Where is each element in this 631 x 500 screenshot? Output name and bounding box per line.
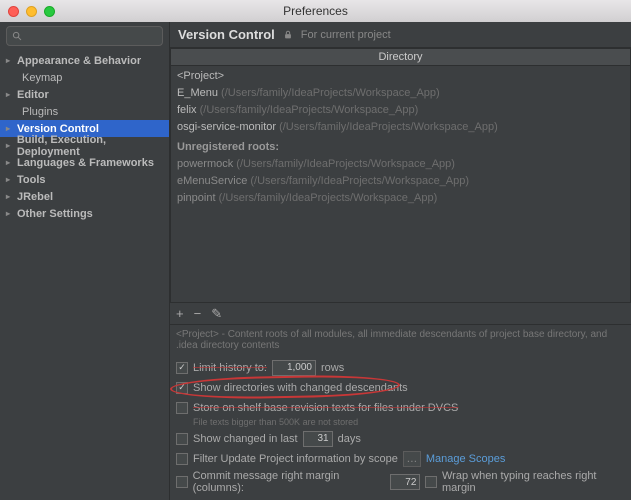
directory-path: (/Users/family/IdeaProjects/Workspace_Ap… [233, 158, 455, 170]
directory-name: eMenuService [177, 175, 247, 187]
directory-row[interactable]: eMenuService (/Users/family/IdeaProjects… [171, 173, 630, 190]
show-directories-option: Show directories with changed descendant… [176, 379, 625, 396]
limit-history-label-a: Limit history to: [193, 362, 267, 374]
sidebar-item-label: Editor [17, 89, 49, 101]
show-changed-option: Show changed in last days [176, 430, 625, 447]
sidebar-item-keymap[interactable]: Keymap [0, 69, 169, 86]
settings-main-panel: Version Control For current project Dire… [170, 22, 631, 500]
sidebar-item-label: Tools [17, 174, 46, 186]
directory-row[interactable]: E_Menu (/Users/family/IdeaProjects/Works… [171, 85, 630, 102]
chevron-right-icon: ▸ [6, 141, 15, 150]
chevron-right-icon: ▸ [6, 56, 15, 65]
edit-button[interactable]: ✎ [211, 306, 222, 322]
filter-scope-option: Filter Update Project information by sco… [176, 450, 625, 467]
search-input[interactable] [6, 26, 163, 46]
directory-name: osgi-service-monitor [177, 121, 276, 133]
directory-name: pinpoint [177, 192, 216, 204]
limit-history-checkbox[interactable] [176, 362, 188, 374]
directory-path: (/Users/family/IdeaProjects/Workspace_Ap… [247, 175, 469, 187]
chevron-right-icon: ▸ [6, 90, 15, 99]
sidebar-item-label: Appearance & Behavior [17, 55, 141, 67]
show-directories-label: Show directories with changed descendant… [193, 382, 408, 394]
search-icon [12, 31, 23, 42]
filter-scope-label: Filter Update Project information by sco… [193, 453, 398, 465]
vcs-directory-list[interactable]: <Project> E_Menu (/Users/family/IdeaProj… [170, 66, 631, 303]
show-changed-label-b: days [338, 433, 361, 445]
directory-name: <Project> [177, 70, 224, 82]
panel-title: Version Control [178, 27, 275, 42]
directory-path: (/Users/family/IdeaProjects/Workspace_Ap… [218, 87, 440, 99]
sidebar-item-label: Build, Execution, Deployment [17, 134, 169, 158]
commit-margin-field[interactable] [390, 474, 420, 490]
show-changed-checkbox[interactable] [176, 433, 188, 445]
directory-row[interactable]: felix (/Users/family/IdeaProjects/Worksp… [171, 102, 630, 119]
window-title: Preferences [0, 4, 631, 18]
panel-header: Version Control For current project [170, 22, 631, 48]
directory-name: E_Menu [177, 87, 218, 99]
directory-name: felix [177, 104, 197, 116]
lock-icon [283, 30, 293, 40]
directory-row[interactable]: pinpoint (/Users/family/IdeaProjects/Wor… [171, 190, 630, 207]
close-window-button[interactable] [8, 6, 19, 17]
panel-subtitle: For current project [301, 29, 391, 41]
show-changed-label-a: Show changed in last [193, 433, 298, 445]
show-directories-checkbox[interactable] [176, 382, 188, 394]
directory-column-header: Directory [170, 48, 631, 66]
project-hint: <Project> - Content roots of all modules… [170, 325, 631, 357]
directory-path: (/Users/family/IdeaProjects/Workspace_Ap… [197, 104, 419, 116]
limit-history-label-b: rows [321, 362, 344, 374]
directory-row[interactable]: osgi-service-monitor (/Users/family/Idea… [171, 119, 630, 136]
chevron-right-icon: ▸ [6, 175, 15, 184]
commit-margin-label: Commit message right margin (columns): [193, 470, 386, 494]
settings-tree: ▸Appearance & BehaviorKeymap▸EditorPlugi… [0, 50, 169, 500]
sidebar-item-languages-frameworks[interactable]: ▸Languages & Frameworks [0, 154, 169, 171]
sidebar-item-tools[interactable]: ▸Tools [0, 171, 169, 188]
unregistered-heading: Unregistered roots: [171, 136, 630, 156]
directory-row[interactable]: powermock (/Users/family/IdeaProjects/Wo… [171, 156, 630, 173]
sidebar-item-label: Keymap [22, 72, 62, 84]
preferences-sidebar: ▸Appearance & BehaviorKeymap▸EditorPlugi… [0, 22, 170, 500]
sidebar-item-label: Plugins [22, 106, 58, 118]
show-changed-field[interactable] [303, 431, 333, 447]
scope-picker-button[interactable]: … [403, 451, 421, 467]
remove-button[interactable]: − [194, 306, 202, 321]
store-shelf-note: File texts bigger than 500K are not stor… [193, 417, 625, 427]
sidebar-item-label: Other Settings [17, 208, 93, 220]
commit-margin-option: Commit message right margin (columns): W… [176, 470, 625, 494]
directory-path: (/Users/family/IdeaProjects/Workspace_Ap… [216, 192, 438, 204]
sidebar-item-appearance-behavior[interactable]: ▸Appearance & Behavior [0, 52, 169, 69]
list-toolbar: + − ✎ [170, 303, 631, 325]
minimize-window-button[interactable] [26, 6, 37, 17]
sidebar-item-label: JRebel [17, 191, 53, 203]
chevron-right-icon: ▸ [6, 158, 15, 167]
limit-history-option: Limit history to: rows [176, 359, 625, 376]
chevron-right-icon: ▸ [6, 209, 15, 218]
store-shelf-option: Store on shelf base revision texts for f… [176, 399, 625, 416]
limit-history-field[interactable] [272, 360, 316, 376]
store-shelf-label: Store on shelf base revision texts for f… [193, 402, 458, 414]
sidebar-item-editor[interactable]: ▸Editor [0, 86, 169, 103]
window-titlebar: Preferences [0, 0, 631, 22]
sidebar-item-label: Languages & Frameworks [17, 157, 154, 169]
filter-scope-checkbox[interactable] [176, 453, 188, 465]
directory-name: powermock [177, 158, 233, 170]
chevron-right-icon: ▸ [6, 124, 15, 133]
manage-scopes-link[interactable]: Manage Scopes [426, 453, 506, 465]
sidebar-item-plugins[interactable]: Plugins [0, 103, 169, 120]
store-shelf-checkbox[interactable] [176, 402, 188, 414]
add-button[interactable]: + [176, 306, 184, 321]
sidebar-item-build-execution-deployment[interactable]: ▸Build, Execution, Deployment [0, 137, 169, 154]
zoom-window-button[interactable] [44, 6, 55, 17]
directory-row[interactable]: <Project> [171, 68, 630, 85]
wrap-margin-label: Wrap when typing reaches right margin [442, 470, 625, 494]
sidebar-item-other-settings[interactable]: ▸Other Settings [0, 205, 169, 222]
commit-margin-checkbox[interactable] [176, 476, 188, 488]
vcs-options: Limit history to: rows Show directories … [170, 357, 631, 500]
wrap-margin-checkbox[interactable] [425, 476, 437, 488]
sidebar-item-jrebel[interactable]: ▸JRebel [0, 188, 169, 205]
directory-path: (/Users/family/IdeaProjects/Workspace_Ap… [276, 121, 498, 133]
chevron-right-icon: ▸ [6, 192, 15, 201]
